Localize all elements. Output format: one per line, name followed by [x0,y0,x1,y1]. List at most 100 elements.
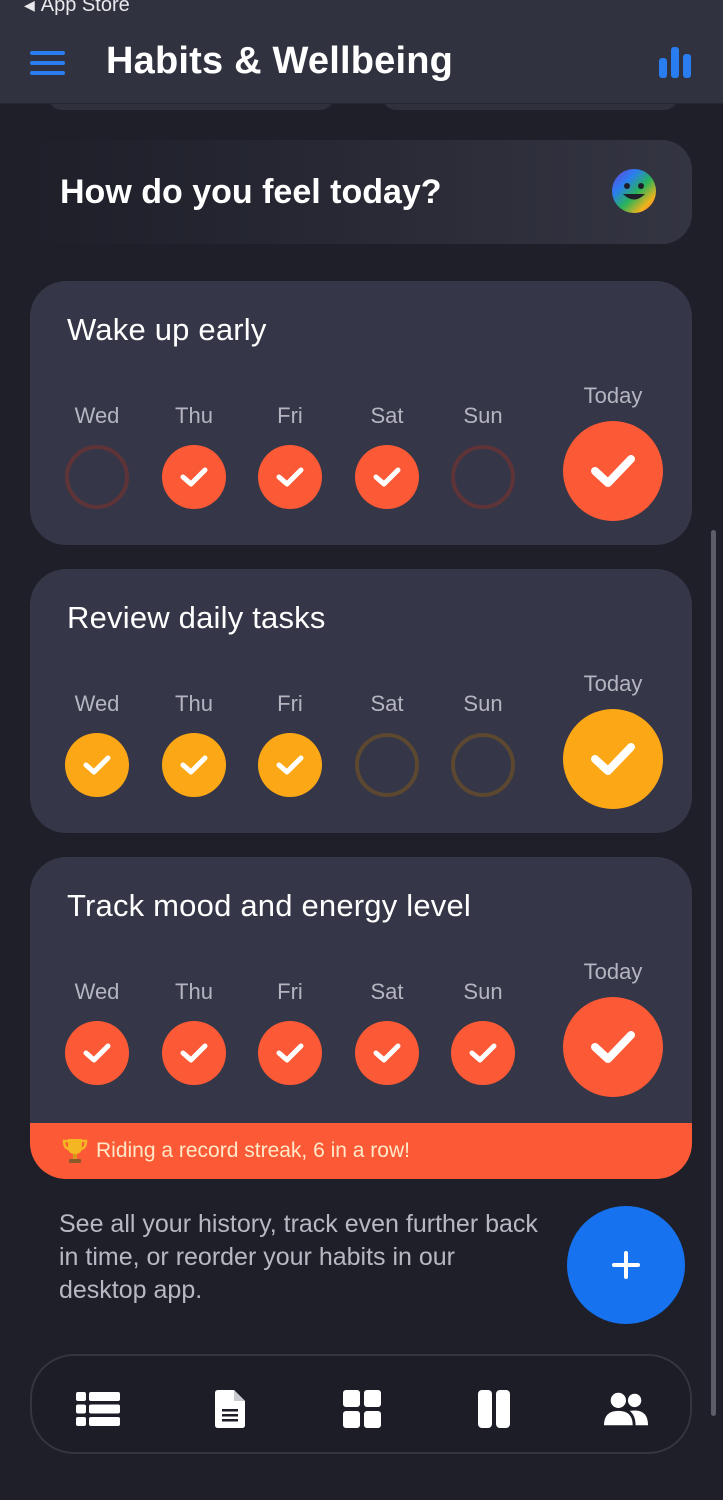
scrollbar[interactable] [711,530,716,1416]
rainbow-smiley-icon [612,169,656,213]
habit-day: Fri [258,691,322,797]
checkmark-icon [276,1043,304,1063]
habit-day: Sun [451,691,515,797]
back-link-label: App Store [40,0,130,16]
day-label: Thu [175,691,213,716]
desktop-app-hint: See all your history, track even further… [59,1210,538,1304]
habit-today: Today [563,671,663,809]
day-label: Sun [463,403,503,428]
today-label: Today [583,383,643,408]
habit-title: Track mood and energy level [67,888,472,923]
checkmark-icon [591,455,635,487]
day-check-circle[interactable] [451,733,515,797]
habit-day: Sun [451,979,515,1085]
checkmark-icon [180,1043,208,1063]
day-check-circle[interactable] [355,445,419,509]
checkmark-icon [83,755,111,775]
list-icon [76,1392,120,1426]
today-label: Today [583,671,643,696]
mood-prompt: How do you feel today? [60,173,442,211]
day-check-circle[interactable] [451,445,515,509]
page-title: Habits & Wellbeing [106,40,454,82]
checkmark-icon [591,743,635,775]
back-triangle-icon: ◀ [24,0,35,13]
trophy-icon [62,1139,88,1163]
checkmark-icon [276,467,304,487]
habit-title: Review daily tasks [67,600,326,635]
today-check-button[interactable] [563,709,663,809]
checkmark-icon [373,467,401,487]
bar-chart-icon[interactable] [658,46,692,78]
habit-day: Thu [162,403,226,509]
day-label: Sat [370,403,404,428]
day-check-circle[interactable] [258,445,322,509]
habit-day: Wed [65,979,129,1085]
habit-day: Sat [355,403,419,509]
day-label: Fri [277,979,303,1004]
habit-card: Wake up early Wed Thu Fri Sat Sun Today [30,281,692,545]
nav-grid-button[interactable] [340,1390,384,1428]
day-check-circle[interactable] [355,1021,419,1085]
day-check-circle[interactable] [65,733,129,797]
hamburger-menu-icon[interactable] [30,51,65,75]
habit-card: Track mood and energy level Wed Thu Fri … [30,857,692,1179]
document-icon [215,1390,245,1428]
bottom-navigation [30,1354,692,1454]
day-label: Wed [74,691,120,716]
habit-title: Wake up early [67,312,267,347]
grid-icon [343,1390,381,1428]
day-check-circle[interactable] [65,445,129,509]
day-label: Thu [175,403,213,428]
day-label: Wed [74,979,120,1004]
plus-icon [612,1251,640,1279]
day-label: Sun [463,691,503,716]
day-label: Fri [277,691,303,716]
habit-day: Wed [65,691,129,797]
habit-day: Sat [355,691,419,797]
app-screen: ◀ App Store Habits & Wellbeing How do yo… [0,0,723,1500]
habit-day: Fri [258,403,322,509]
day-check-circle[interactable] [355,733,419,797]
streak-banner: Riding a record streak, 6 in a row! [30,1123,692,1179]
day-check-circle[interactable] [65,1021,129,1085]
add-habit-button[interactable] [567,1206,685,1324]
habit-day: Thu [162,691,226,797]
habit-day: Thu [162,979,226,1085]
nav-columns-button[interactable] [472,1390,516,1428]
nav-document-button[interactable] [208,1390,252,1428]
habit-today: Today [563,959,663,1097]
habit-day: Fri [258,979,322,1085]
checkmark-icon [180,467,208,487]
habit-day: Sun [451,403,515,509]
day-check-circle[interactable] [258,733,322,797]
habit-day: Wed [65,403,129,509]
back-to-app-store-link[interactable]: ◀ App Store [24,0,130,17]
habit-today: Today [563,383,663,521]
day-label: Sat [370,979,404,1004]
day-check-circle[interactable] [451,1021,515,1085]
today-check-button[interactable] [563,997,663,1097]
today-label: Today [583,959,643,984]
day-check-circle[interactable] [258,1021,322,1085]
nav-list-button[interactable] [76,1390,120,1428]
day-check-circle[interactable] [162,733,226,797]
checkmark-icon [180,755,208,775]
day-label: Sun [463,979,503,1004]
checkmark-icon [591,1031,635,1063]
habit-day: Sat [355,979,419,1085]
day-label: Sat [370,691,404,716]
checkmark-icon [373,1043,401,1063]
columns-icon [478,1390,510,1428]
nav-people-button[interactable] [604,1390,648,1428]
today-check-button[interactable] [563,421,663,521]
day-check-circle[interactable] [162,1021,226,1085]
checkmark-icon [469,1043,497,1063]
app-header: ◀ App Store Habits & Wellbeing [0,0,723,104]
mood-check-in-card[interactable]: How do you feel today? [30,140,692,244]
checkmark-icon [83,1043,111,1063]
streak-text: Riding a record streak, 6 in a row! [96,1139,410,1162]
day-label: Fri [277,403,303,428]
day-check-circle[interactable] [162,445,226,509]
habit-card: Review daily tasks Wed Thu Fri Sat Sun T… [30,569,692,833]
day-label: Wed [74,403,120,428]
